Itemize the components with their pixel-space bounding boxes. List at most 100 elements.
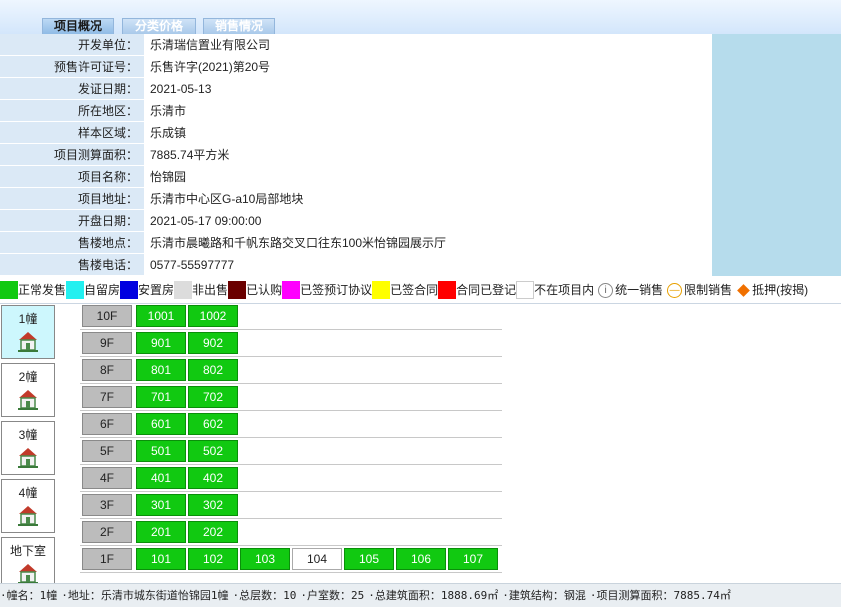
legend-swatch [0,281,18,299]
legend-swatch [516,281,535,299]
unit-cell[interactable]: 202 [188,521,238,543]
unit-cell[interactable]: 601 [136,413,186,435]
info-row: 项目测算面积： 7885.74平方米 [0,143,712,166]
top-tab-bar: 项目概况 分类价格 销售情况 [0,0,841,35]
building-item[interactable]: 1幢 [1,305,55,359]
unit-cell[interactable]: 702 [188,386,238,408]
info-row: 售楼电话： 0577-55597777 [0,253,712,276]
floor-label: 5F [82,440,132,462]
unit-cell[interactable]: 801 [136,359,186,381]
legend-item: 安置房 [120,281,174,299]
unit-cell[interactable]: 1002 [188,305,238,327]
unit-cell[interactable]: 602 [188,413,238,435]
floor-row: 3F 301 302 [80,492,502,519]
floor-row: 4F 401 402 [80,465,502,492]
summary-field: ·建筑结构：钢混 [502,589,586,602]
unit-cell[interactable]: 701 [136,386,186,408]
info-label: 样本区域： [0,121,144,144]
unit-cell[interactable]: 501 [136,440,186,462]
legend-item: 抵押(按揭) [736,281,808,299]
legend-label: 已签预订协议 [300,283,373,297]
floor-row: 7F 701 702 [80,384,502,411]
unit-cell[interactable]: 802 [188,359,238,381]
info-label: 项目测算面积： [0,143,144,166]
info-label: 发证日期： [0,77,144,100]
info-label: 开盘日期： [0,209,144,232]
summary-field: ·幢名：1幢 [0,589,58,602]
unit-cell[interactable]: 402 [188,467,238,489]
building-name: 地下室 [9,544,46,558]
floor-label: 6F [82,413,132,435]
legend-item: 合同已登记 [438,281,516,299]
building-summary-bar: ·幢名：1幢 ·地址：乐清市城东街道怡锦园1幢 ·总层数：10 ·户室数：25 ·总建筑… [0,583,841,607]
info-value: 2021-05-13 [144,77,712,100]
house-icon [2,330,54,352]
legend-swatch [438,281,457,299]
side-panel [712,34,841,276]
floor-label: 9F [82,332,132,354]
unit-cell[interactable]: 101 [136,548,186,570]
info-value: 乐清市 [144,99,712,122]
floor-label: 3F [82,494,132,516]
info-row: 项目地址： 乐清市中心区G-a10局部地块 [0,187,712,210]
legend-label: 正常发售 [18,283,67,297]
info-label: 项目地址： [0,187,144,210]
unit-cell[interactable]: 104 [292,548,342,570]
unit-cell[interactable]: 302 [188,494,238,516]
info-label: 项目名称： [0,165,144,188]
legend-swatch [174,281,193,299]
building-item[interactable]: 4幢 [1,479,55,533]
unit-cell[interactable]: 105 [344,548,394,570]
legend-label: 已认购 [246,283,283,297]
info-label: 所在地区： [0,99,144,122]
unit-cell[interactable]: 1001 [136,305,186,327]
unit-cell[interactable]: 401 [136,467,186,489]
legend-label: 非出售 [192,283,229,297]
legend-label: 安置房 [138,283,175,297]
info-row: 开盘日期： 2021-05-17 09:00:00 [0,209,712,232]
tab-category-price[interactable]: 分类价格 [122,18,196,34]
legend-label: 不在项目内 [534,283,595,297]
info-value: 7885.74平方米 [144,143,712,166]
info-row: 所在地区： 乐清市 [0,99,712,122]
info-value: 怡锦园 [144,165,712,188]
unit-cell[interactable]: 103 [240,548,290,570]
legend-label: 合同已登记 [456,283,517,297]
info-row: 发证日期： 2021-05-13 [0,77,712,100]
unit-cell[interactable]: 901 [136,332,186,354]
legend-label: 已签合同 [390,283,439,297]
info-row: 售楼地点： 乐清市晨曦路和千帆东路交叉口往东100米怡锦园展示厅 [0,231,712,254]
floor-label: 1F [82,548,132,570]
legend-label: 统一销售 [615,283,664,297]
legend-swatch [120,281,139,299]
unit-cell[interactable]: 106 [396,548,446,570]
floor-label: 2F [82,521,132,543]
unit-cell[interactable]: 102 [188,548,238,570]
floor-label: 8F [82,359,132,381]
legend-item: — 限制销售 [667,281,732,299]
info-row: 项目名称： 怡锦园 [0,165,712,188]
unit-cell[interactable]: 107 [448,548,498,570]
floor-row: 8F 801 802 [80,357,502,384]
summary-field: ·户室数：25 [300,589,365,602]
legend-item: 不在项目内 [516,281,594,299]
house-icon [2,562,54,584]
unit-cell[interactable]: 301 [136,494,186,516]
building-name: 1幢 [18,312,38,326]
house-icon [2,388,54,410]
building-item[interactable]: 3幢 [1,421,55,475]
building-item[interactable]: 2幢 [1,363,55,417]
tab-project-overview[interactable]: 项目概况 [42,18,114,34]
summary-field: ·项目测算面积：7885.74㎡ [589,589,731,602]
status-legend: 正常发售 自留房 安置房 非出售 已认购 已签预订协议 已签合同 合同已登记 不在项目内 i 统一销… [0,277,841,304]
legend-label: 抵押(按揭) [752,283,809,297]
info-value: 乐清瑞信置业有限公司 [144,34,712,56]
tab-sales-status[interactable]: 销售情况 [203,18,275,34]
unit-cell[interactable]: 902 [188,332,238,354]
restricted-circle-icon: — [667,283,683,299]
floor-row: 5F 501 502 [80,438,502,465]
floor-label: 7F [82,386,132,408]
info-value: 乐售许字(2021)第20号 [144,55,712,78]
unit-cell[interactable]: 201 [136,521,186,543]
unit-cell[interactable]: 502 [188,440,238,462]
